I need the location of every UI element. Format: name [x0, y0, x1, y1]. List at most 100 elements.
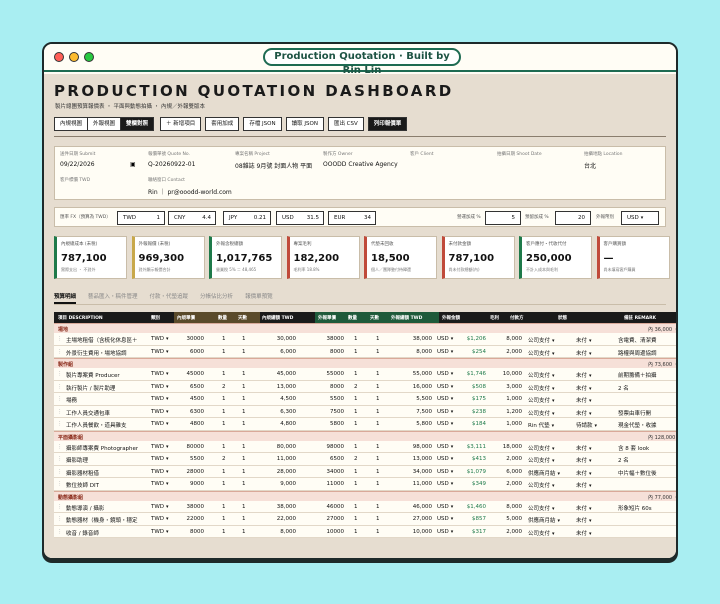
cell[interactable]: 2 名 [618, 456, 629, 464]
subtab-import[interactable]: 藝品匯入・稿件管理 [88, 292, 138, 304]
cell[interactable]: 22000 [174, 516, 205, 522]
fx-rate-3[interactable]: USD 31.5 [276, 211, 324, 225]
cell[interactable]: 含電費、清潔費 [618, 336, 657, 344]
cell[interactable]: 未付 [576, 504, 592, 512]
cell[interactable]: 2 [222, 384, 226, 390]
cell[interactable]: 動態導演 / 攝影 [66, 504, 104, 512]
cell[interactable]: 1 [376, 409, 380, 415]
drag-handle-icon[interactable]: ⋮ [57, 504, 63, 510]
cell[interactable]: 10000 [312, 529, 345, 535]
field-client-price[interactable]: 客戶標價 TWD [60, 177, 140, 201]
drag-handle-icon[interactable]: ⋮ [57, 469, 63, 475]
cell[interactable]: 28000 [174, 469, 205, 475]
cell[interactable]: 未付 [576, 349, 592, 357]
cell[interactable]: TWD [151, 396, 169, 402]
cell[interactable]: 8000 [174, 529, 204, 535]
field-submit-date[interactable]: 送件日期 Submit 09/22/2026 ▣ [60, 151, 140, 175]
table-row[interactable]: ⋮場務 TWD 4500 1 1 4,500 5500 1 1 5,500 USD $175 1,000… [54, 393, 676, 406]
table-row[interactable]: ⋮攝影師專案費 Photographer TWD 80000 1 1 80,000 9800… [54, 440, 676, 453]
cell[interactable]: 1 [354, 516, 358, 522]
cell[interactable]: 1 [354, 396, 358, 402]
drag-handle-icon[interactable]: ⋮ [57, 444, 63, 450]
cell[interactable]: 場務 [66, 396, 77, 404]
maximize-dot[interactable] [84, 52, 94, 62]
table-row[interactable]: ⋮收音 / 錄音師 TWD 8000 1 1 8,000 10000 1 1 10,000 USD $… [54, 525, 676, 538]
cell[interactable]: 未付 [576, 371, 592, 379]
cell[interactable]: 攝影師專案費 Photographer [66, 444, 138, 452]
drag-handle-icon[interactable]: ⋮ [57, 349, 63, 355]
field-contact[interactable]: 聯絡窗口 Contact Rin ｜ pr@ooodd-world.com [148, 177, 308, 201]
cell[interactable]: 1 [376, 396, 380, 402]
minimize-dot[interactable] [69, 52, 79, 62]
cell[interactable]: 1 [222, 504, 226, 510]
cell[interactable]: 前期籌備＋拍攝 [618, 371, 657, 379]
calendar-icon[interactable]: ▣ [130, 161, 136, 168]
export-csv-button[interactable]: 匯出 CSV [327, 117, 364, 131]
cell[interactable]: 未付 [576, 456, 592, 464]
cell[interactable]: 未付 [576, 396, 592, 404]
cell[interactable]: 5800 [312, 421, 344, 427]
cell[interactable]: 2 [354, 456, 358, 462]
cell[interactable]: TWD [151, 529, 169, 535]
cell[interactable]: 1 [222, 396, 226, 402]
table-row[interactable]: ⋮工作人員餐飲・道具雜支 TWD 4800 1 1 4,800 5800 1 1 5,800 USD… [54, 418, 676, 431]
cell[interactable]: USD [437, 481, 453, 487]
cell[interactable]: TWD [151, 349, 169, 355]
fx-rate-1[interactable]: CNY 4.4 [168, 211, 216, 225]
save-json-button[interactable]: 存檔 JSON [243, 117, 282, 131]
cell[interactable]: 公司支付 [528, 504, 555, 512]
drag-handle-icon[interactable]: ⋮ [57, 529, 63, 535]
cell[interactable]: USD [437, 516, 453, 522]
table-row[interactable]: ⋮主場地租借（含梳化休息區＋ TWD 30000 1 1 30,000 38000 1 1 38,… [54, 333, 676, 346]
cell[interactable]: 55000 [312, 371, 345, 377]
cell[interactable]: TWD [151, 336, 169, 342]
cell[interactable]: 路權與周邊協調 [618, 349, 657, 357]
cell[interactable]: 1 [354, 409, 358, 415]
cell[interactable]: TWD [151, 504, 169, 510]
cell[interactable]: 公司支付 [528, 481, 555, 489]
cell[interactable]: 現金代墊・收據 [618, 421, 657, 429]
close-dot[interactable] [54, 52, 64, 62]
field-owner[interactable]: 製作方 Owner OOODD Creative Agency [323, 151, 407, 175]
cell[interactable]: 1 [242, 456, 246, 462]
cell[interactable]: 1 [222, 529, 226, 535]
cell[interactable]: 1 [354, 349, 358, 355]
category-row[interactable]: 場地 內 36,000 ・ 外 [54, 323, 676, 333]
cell[interactable]: 5500 [312, 396, 344, 402]
cell[interactable]: 未付 [576, 529, 592, 537]
table-row[interactable]: ⋮攝影器材租借 TWD 28000 1 1 28,000 34000 1 1 34,000 USD $… [54, 465, 676, 478]
category-row[interactable]: 平面攝影組 內 128,000 ・ 外 15 [54, 430, 676, 441]
cell[interactable]: 數位技師 DIT [66, 481, 99, 489]
cell[interactable]: 1 [376, 456, 380, 462]
cell[interactable]: 公司支付 [528, 384, 555, 392]
cell[interactable]: TWD [151, 481, 169, 487]
currency-select[interactable]: USD [621, 211, 659, 225]
cell[interactable]: 製片專案費 Producer [66, 371, 120, 379]
cell[interactable]: 1 [242, 469, 246, 475]
fx-rate-4[interactable]: EUR 34 [328, 211, 376, 225]
tab-compare-view[interactable]: 雙欄對照 [120, 117, 155, 131]
cell[interactable]: 6000 [174, 349, 204, 355]
field-location[interactable]: 拍攝地點 Location 台北 [584, 151, 664, 175]
cell[interactable]: 1 [222, 349, 226, 355]
cell[interactable]: 1 [376, 371, 380, 377]
drag-handle-icon[interactable]: ⋮ [57, 481, 63, 487]
cell[interactable]: USD [437, 469, 453, 475]
cell[interactable]: 1 [376, 444, 380, 450]
cell[interactable]: 1 [354, 421, 358, 427]
cell[interactable]: TWD [151, 444, 169, 450]
cell[interactable]: Rin 代墊 [528, 421, 554, 429]
cell[interactable]: 1 [376, 421, 380, 427]
cell[interactable]: 11000 [312, 481, 345, 487]
cell[interactable]: 公司支付 [528, 371, 555, 379]
cell[interactable]: 未付 [576, 384, 592, 392]
load-json-button[interactable]: 讀取 JSON [285, 117, 324, 131]
cell[interactable]: 1 [354, 336, 358, 342]
fx-rate-0[interactable]: TWD 1 [117, 211, 165, 225]
cell[interactable]: 待請款 [576, 421, 597, 429]
cell[interactable]: 8000 [312, 349, 344, 355]
cell[interactable]: 34000 [312, 469, 345, 475]
cell[interactable]: 5500 [174, 456, 204, 462]
cell[interactable]: USD [437, 421, 453, 427]
table-row[interactable]: ⋮外景衍生費用・場地協調 TWD 6000 1 1 6,000 8000 1 1 8,000 USD… [54, 345, 676, 358]
